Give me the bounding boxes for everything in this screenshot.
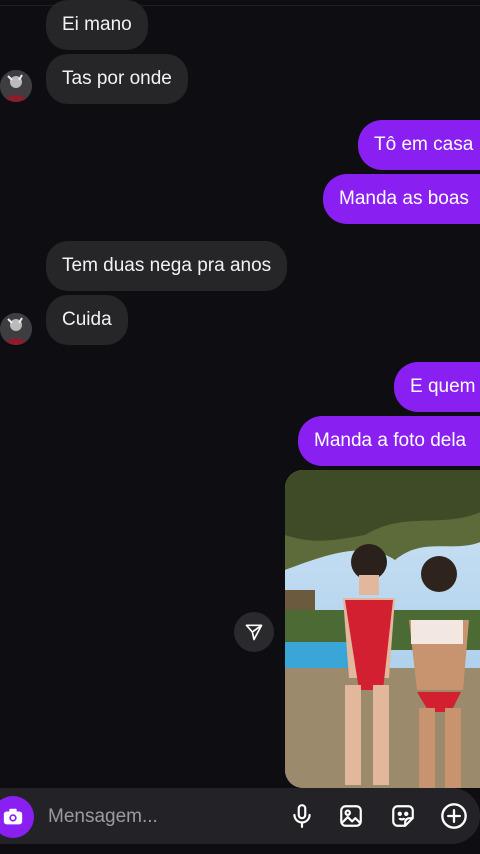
camera-icon xyxy=(3,808,23,825)
microphone-icon xyxy=(293,804,311,828)
gallery-button[interactable] xyxy=(331,796,371,836)
message-outgoing[interactable]: Manda as boas xyxy=(323,174,480,224)
message-outgoing[interactable]: Tô em casa xyxy=(358,120,480,170)
more-button[interactable] xyxy=(434,796,474,836)
microphone-button[interactable] xyxy=(282,796,322,836)
sticker-button[interactable] xyxy=(383,796,423,836)
avatar[interactable] xyxy=(0,70,32,102)
message-outgoing[interactable]: E quem xyxy=(394,362,480,412)
share-button[interactable] xyxy=(234,612,274,652)
message-incoming[interactable]: Tas por onde xyxy=(46,54,188,104)
message-incoming[interactable]: Ei mano xyxy=(46,0,148,50)
shared-photo[interactable] xyxy=(285,470,480,788)
message-outgoing[interactable]: Manda a foto dela xyxy=(298,416,480,466)
paper-plane-icon xyxy=(245,624,263,641)
avatar[interactable] xyxy=(0,313,32,345)
message-incoming[interactable]: Cuida xyxy=(46,295,128,345)
image-icon xyxy=(340,805,362,827)
message-incoming[interactable]: Tem duas nega pra anos xyxy=(46,241,288,291)
message-input[interactable] xyxy=(46,794,270,840)
plus-circle-icon xyxy=(441,803,467,829)
sticker-icon xyxy=(392,805,414,827)
